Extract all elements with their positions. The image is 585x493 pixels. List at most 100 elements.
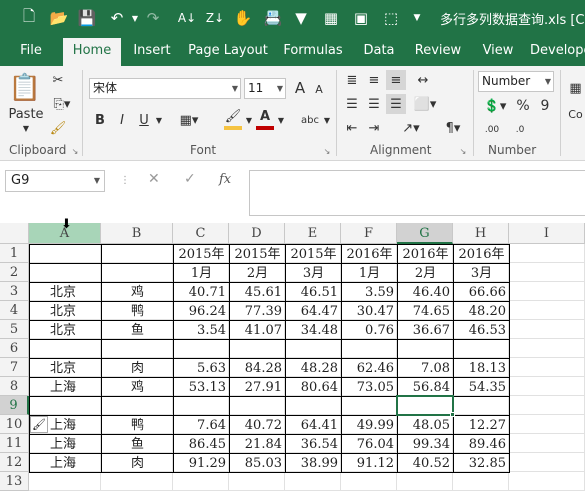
align-right-icon[interactable]: ☰ [386, 94, 406, 114]
chevron-down-icon[interactable]: ▼ [322, 112, 332, 128]
chevron-down-icon[interactable]: ▼ [154, 112, 164, 128]
select-all-corner[interactable] [0, 223, 29, 244]
redo-icon[interactable]: ↷ [142, 7, 164, 29]
copy-icon[interactable]: ⎘▾ [48, 94, 76, 114]
spreadsheet-grid[interactable]: A B C D E F G H I 1 2 3 4 5 6 7 8 9 10 11 12 13 2015年 1月 2015年 2月… [0, 217, 585, 493]
top-align-icon[interactable]: ≣ [342, 70, 362, 90]
open-folder-icon[interactable]: 📂 [48, 7, 70, 29]
value-cell[interactable] [397, 396, 454, 416]
name-box[interactable]: G9 ▼ [5, 170, 105, 192]
item-cell[interactable]: 鱼 [101, 434, 174, 454]
row-header-13[interactable]: 13 [0, 472, 29, 491]
cell[interactable] [509, 282, 585, 301]
year-header-cell[interactable]: 2016年 [397, 244, 454, 264]
cell[interactable] [285, 472, 341, 491]
cell[interactable] [29, 472, 101, 491]
save-icon[interactable]: 💾 [76, 7, 98, 29]
sort-asc-icon[interactable]: A↓ [176, 7, 198, 29]
cell[interactable] [509, 339, 585, 358]
cell[interactable] [509, 415, 585, 434]
tab-developer[interactable]: Develope [530, 36, 585, 66]
customize-icon[interactable]: ▼ [406, 7, 428, 29]
city-cell[interactable]: 上海 [29, 434, 102, 454]
value-cell[interactable]: 7.64 [173, 415, 230, 435]
month-header-cell[interactable]: 2月 [229, 263, 286, 283]
cell[interactable] [509, 263, 585, 282]
value-cell[interactable]: 48.20 [453, 301, 510, 321]
format-painter-icon[interactable]: 🖌 [48, 118, 68, 138]
cell[interactable] [509, 377, 585, 396]
increase-indent-icon[interactable]: ⇥ [364, 118, 384, 138]
month-header-cell[interactable]: 1月 [341, 263, 398, 283]
font-launcher-icon[interactable]: ↘ [322, 146, 332, 156]
value-cell[interactable]: 36.54 [285, 434, 342, 454]
row-header-5[interactable]: 5 [0, 320, 29, 339]
city-cell[interactable]: 上海 [29, 453, 102, 473]
row-header-12[interactable]: 12 [0, 453, 29, 472]
value-cell[interactable] [285, 339, 342, 359]
filter-icon[interactable]: ▼ [290, 7, 312, 29]
row-header-2[interactable]: 2 [0, 263, 29, 282]
column-header-c[interactable]: C [173, 223, 229, 244]
cell[interactable] [101, 472, 173, 491]
city-cell[interactable]: 北京 [29, 320, 102, 340]
value-cell[interactable]: 62.46 [341, 358, 398, 378]
column-header-d[interactable]: D [229, 223, 285, 244]
text-direction-icon[interactable]: ↗▾ [396, 118, 426, 138]
item-cell[interactable]: 鱼 [101, 320, 174, 340]
value-cell[interactable]: 41.07 [229, 320, 286, 340]
conditional-format-label-icon[interactable]: Co [566, 106, 585, 122]
alignment-launcher-icon[interactable]: ↘ [458, 146, 468, 156]
city-cell[interactable]: 北京 [29, 301, 102, 321]
city-cell[interactable] [29, 396, 102, 416]
year-header-cell[interactable]: 2015年 [229, 244, 286, 264]
tab-home[interactable]: Home [63, 38, 121, 66]
row-header-11[interactable]: 11 [0, 434, 29, 453]
column-header-b[interactable]: B [101, 223, 173, 244]
value-cell[interactable] [397, 339, 454, 359]
value-cell[interactable] [173, 396, 230, 416]
value-cell[interactable]: 99.34 [397, 434, 454, 454]
item-cell[interactable]: 肉 [101, 453, 174, 473]
cell[interactable] [173, 472, 229, 491]
borders-icon[interactable]: ▦▾ [174, 110, 204, 130]
header-empty-cell[interactable] [29, 263, 102, 283]
value-cell[interactable]: 76.04 [341, 434, 398, 454]
formula-input[interactable] [249, 170, 585, 216]
city-cell[interactable] [29, 339, 102, 359]
comma-style-button[interactable]: 9 [536, 96, 554, 116]
value-cell[interactable] [173, 339, 230, 359]
value-cell[interactable]: 74.65 [397, 301, 454, 321]
decrease-indent-icon[interactable]: ⇤ [342, 118, 362, 138]
value-cell[interactable]: 30.47 [341, 301, 398, 321]
value-cell[interactable]: 64.47 [285, 301, 342, 321]
value-cell[interactable]: 45.61 [229, 282, 286, 302]
number-format-dropdown[interactable]: Number ▼ [478, 71, 554, 92]
item-cell[interactable]: 鸭 [101, 415, 174, 435]
city-cell[interactable]: 北京 [29, 358, 102, 378]
bottom-align-icon[interactable]: ≡ [386, 70, 406, 90]
tab-insert[interactable]: Insert [128, 36, 176, 66]
value-cell[interactable]: 84.28 [229, 358, 286, 378]
font-color-icon[interactable]: A [256, 106, 274, 126]
cell[interactable] [509, 320, 585, 339]
cell[interactable] [509, 396, 585, 415]
clipboard-launcher-icon[interactable]: ↘ [70, 146, 80, 156]
paste-options-icon[interactable]: 🖌 [30, 416, 48, 433]
value-cell[interactable]: 34.48 [285, 320, 342, 340]
shrink-font-button[interactable]: A [312, 80, 326, 98]
value-cell[interactable]: 46.40 [397, 282, 454, 302]
row-header-4[interactable]: 4 [0, 301, 29, 320]
value-cell[interactable]: 77.39 [229, 301, 286, 321]
paste-icon[interactable]: 📋 [8, 71, 42, 105]
phonetic-icon[interactable]: abc [298, 108, 322, 132]
header-empty-cell[interactable] [101, 244, 174, 264]
value-cell[interactable]: 91.29 [173, 453, 230, 473]
value-cell[interactable]: 49.99 [341, 415, 398, 435]
border-icon[interactable]: ▣ [350, 7, 372, 29]
item-cell[interactable]: 鸡 [101, 377, 174, 397]
value-cell[interactable]: 56.84 [397, 377, 454, 397]
value-cell[interactable]: 46.53 [453, 320, 510, 340]
value-cell[interactable]: 73.05 [341, 377, 398, 397]
month-header-cell[interactable]: 2月 [397, 263, 454, 283]
